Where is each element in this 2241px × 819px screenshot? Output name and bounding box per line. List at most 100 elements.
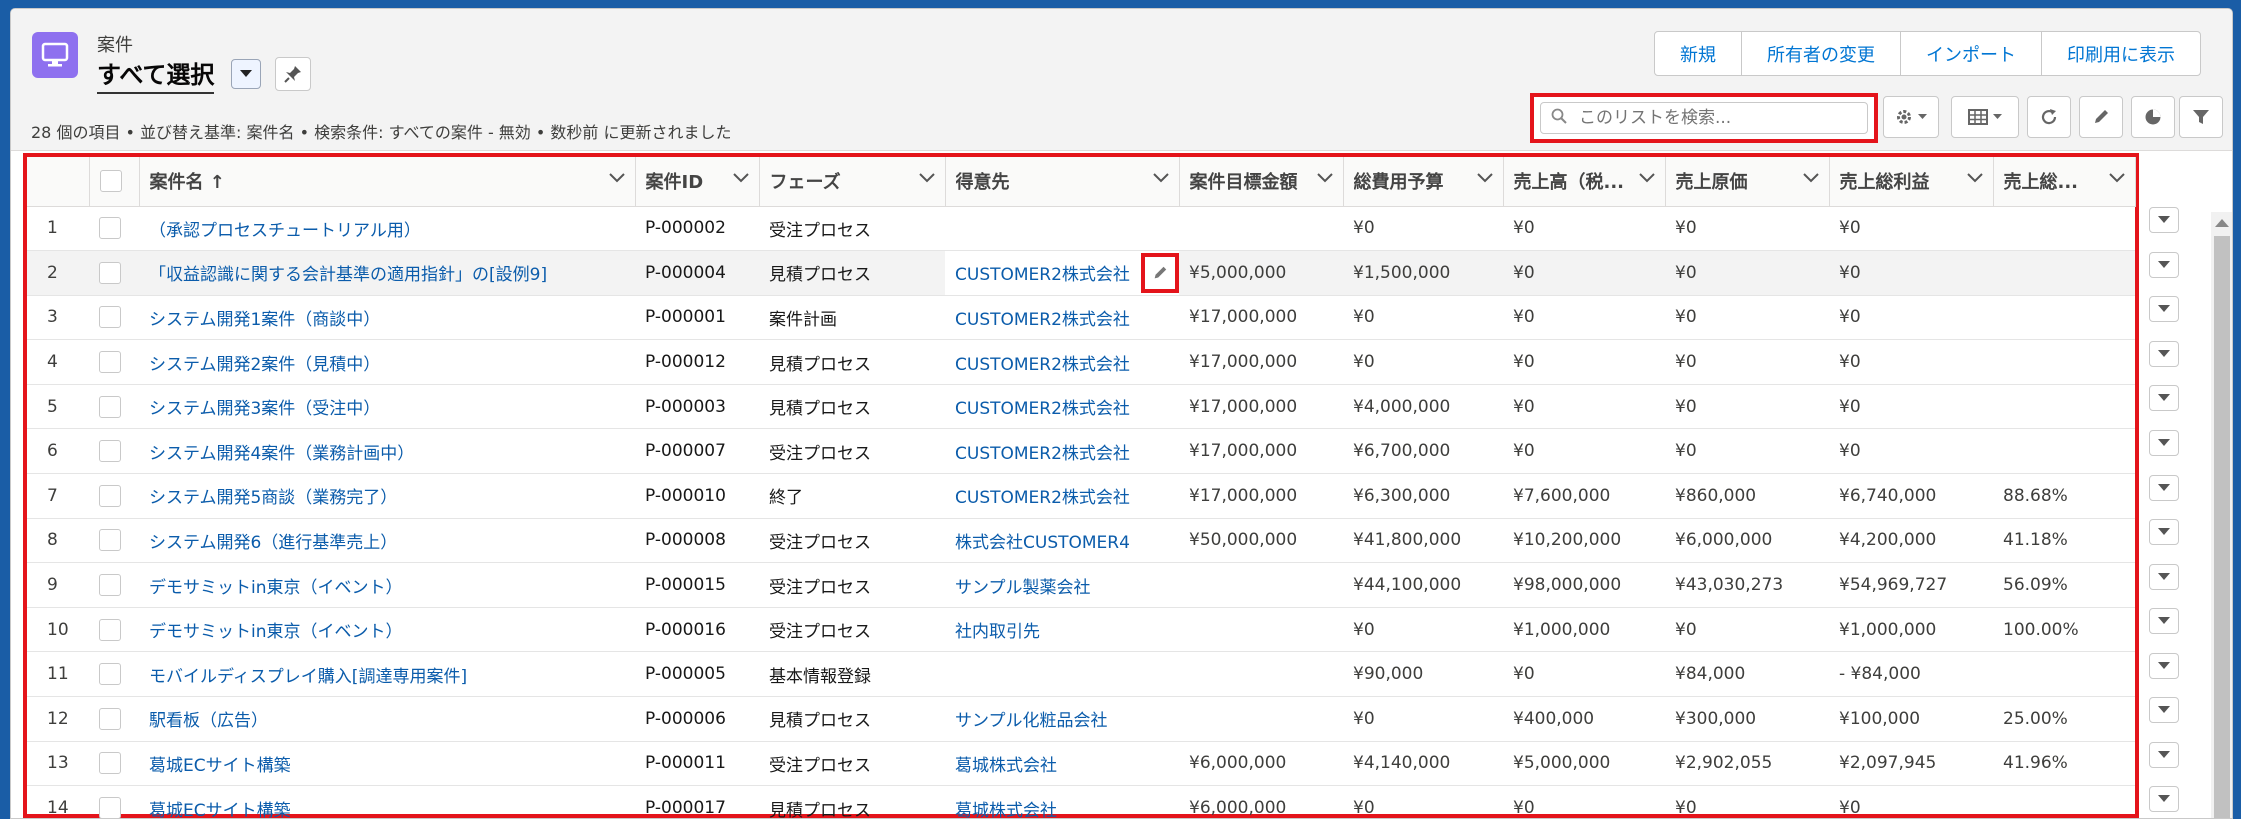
record-link[interactable]: デモサミットin東京（イベント）	[149, 622, 403, 642]
row-checkbox[interactable]	[99, 395, 121, 418]
row-checkbox[interactable]	[99, 306, 121, 329]
row-checkbox[interactable]	[99, 663, 121, 686]
account-link[interactable]: CUSTOMER2株式会社	[955, 265, 1130, 285]
row-action-menu-button[interactable]	[2149, 252, 2179, 278]
chevron-down-icon[interactable]	[1966, 173, 1983, 183]
row-checkbox[interactable]	[99, 351, 121, 374]
cell-gross-profit: ¥0	[1829, 206, 1993, 252]
account-link[interactable]: 葛城株式会社	[955, 756, 1057, 776]
column-header-phase[interactable]: フェーズ	[759, 157, 946, 207]
account-link[interactable]: サンプル化粧品会社	[955, 711, 1108, 731]
row-checkbox[interactable]	[99, 797, 121, 818]
new-button[interactable]: 新規	[1655, 32, 1742, 75]
row-action-menu-button[interactable]	[2149, 296, 2179, 322]
column-header-target-amount[interactable]: 案件目標金額	[1179, 157, 1344, 207]
row-checkbox[interactable]	[99, 618, 121, 641]
chevron-down-icon[interactable]	[1802, 173, 1819, 183]
filter-button[interactable]	[2179, 96, 2223, 138]
account-link[interactable]: サンプル製薬会社	[955, 578, 1091, 598]
chevron-down-icon[interactable]	[918, 173, 935, 183]
account-link[interactable]: CUSTOMER2株式会社	[955, 310, 1130, 330]
column-header-name[interactable]: 案件名 ↑	[139, 157, 636, 207]
search-field[interactable]	[1540, 102, 1868, 134]
row-action-menu-button[interactable]	[2149, 697, 2179, 723]
row-checkbox[interactable]	[99, 217, 121, 240]
column-header-id[interactable]: 案件ID	[635, 157, 760, 207]
charts-button[interactable]	[2131, 96, 2175, 138]
record-link[interactable]: 葛城ECサイト構築	[149, 801, 291, 818]
row-checkbox[interactable]	[99, 261, 121, 284]
account-link[interactable]: CUSTOMER2株式会社	[955, 399, 1130, 419]
record-link[interactable]: システム開発2案件（見積中）	[149, 355, 380, 375]
row-action-menu-button[interactable]	[2149, 207, 2179, 233]
scroll-up-arrow-icon[interactable]	[2215, 218, 2229, 228]
column-header-gross-margin[interactable]: 売上総...	[1993, 157, 2136, 207]
row-action-menu-button[interactable]	[2149, 519, 2179, 545]
record-link[interactable]: 駅看板（広告）	[149, 711, 268, 731]
chevron-down-icon	[2158, 484, 2170, 491]
row-action-menu-button[interactable]	[2149, 385, 2179, 411]
record-link[interactable]: システム開発6（進行基準売上）	[149, 533, 397, 553]
pin-icon[interactable]	[275, 57, 311, 91]
chevron-down-icon[interactable]	[732, 173, 749, 183]
row-action-menu-button[interactable]	[2149, 786, 2179, 812]
refresh-button[interactable]	[2027, 96, 2071, 138]
column-header-account[interactable]: 得意先	[945, 157, 1180, 207]
chevron-down-icon[interactable]	[1152, 173, 1169, 183]
inline-edit-pencil-icon[interactable]	[1141, 253, 1179, 294]
row-checkbox[interactable]	[99, 574, 121, 597]
column-header-sales[interactable]: 売上高（税...	[1503, 157, 1666, 207]
row-checkbox[interactable]	[99, 707, 121, 730]
column-header-budget[interactable]: 総費用予算	[1343, 157, 1504, 207]
select-all-checkbox[interactable]	[99, 170, 122, 193]
account-link[interactable]: 葛城株式会社	[955, 801, 1057, 818]
chevron-down-icon[interactable]	[2108, 173, 2125, 183]
row-action-menu-button[interactable]	[2149, 653, 2179, 679]
cell-phase: 見積プロセス	[759, 696, 945, 742]
record-link[interactable]: システム開発5商談（業務完了）	[149, 488, 397, 508]
row-action-menu-button[interactable]	[2149, 608, 2179, 634]
account-link[interactable]: CUSTOMER2株式会社	[955, 355, 1130, 375]
row-checkbox[interactable]	[99, 484, 121, 507]
account-link[interactable]: 社内取引先	[955, 622, 1040, 642]
scrollbar-thumb[interactable]	[2214, 236, 2230, 818]
chevron-down-icon[interactable]	[1638, 173, 1655, 183]
cell-cost: ¥0	[1665, 785, 1829, 818]
row-action-menu-button[interactable]	[2149, 564, 2179, 590]
search-input[interactable]	[1577, 107, 1847, 129]
chevron-down-icon[interactable]	[1476, 173, 1493, 183]
column-header-gross-profit[interactable]: 売上総利益	[1829, 157, 1994, 207]
record-link[interactable]: 葛城ECサイト構築	[149, 756, 291, 776]
chevron-down-icon[interactable]	[231, 59, 261, 89]
vertical-scrollbar[interactable]	[2211, 212, 2232, 818]
cell-target-amount: ¥17,000,000	[1179, 428, 1343, 475]
printable-view-button[interactable]: 印刷用に表示	[2042, 32, 2200, 75]
record-link[interactable]: モバイルディスプレイ購入[調達専用案件]	[149, 667, 467, 687]
import-button[interactable]: インポート	[1901, 32, 2042, 75]
list-view-name[interactable]: すべて選択	[97, 55, 215, 94]
account-link[interactable]: CUSTOMER2株式会社	[955, 444, 1130, 464]
account-link[interactable]: 株式会社CUSTOMER4	[955, 533, 1130, 553]
chevron-down-icon[interactable]	[608, 173, 625, 183]
inline-edit-button[interactable]	[2079, 96, 2123, 138]
row-checkbox[interactable]	[99, 440, 121, 463]
row-checkbox[interactable]	[99, 529, 121, 552]
row-action-menu-button[interactable]	[2149, 430, 2179, 456]
row-action-menu-button[interactable]	[2149, 742, 2179, 768]
list-settings-button[interactable]	[1883, 96, 1939, 138]
record-link[interactable]: デモサミットin東京（イベント）	[149, 578, 403, 598]
chevron-down-icon[interactable]	[1316, 173, 1333, 183]
record-link[interactable]: システム開発1案件（商談中）	[149, 310, 380, 330]
column-header-cost[interactable]: 売上原価	[1665, 157, 1830, 207]
record-link[interactable]: システム開発4案件（業務計画中）	[149, 444, 414, 464]
change-owner-button[interactable]: 所有者の変更	[1742, 32, 1901, 75]
record-link[interactable]: 「収益認識に関する会計基準の適用指針」の[設例9]	[149, 265, 547, 285]
record-link[interactable]: システム開発3案件（受注中）	[149, 399, 380, 419]
row-checkbox[interactable]	[99, 752, 121, 775]
row-action-menu-button[interactable]	[2149, 475, 2179, 501]
record-link[interactable]: （承認プロセスチュートリアル用）	[149, 221, 421, 241]
table-row: 2 「収益認識に関する会計基準の適用指針」の[設例9] P-000004 見積プ…	[27, 250, 2135, 296]
row-action-menu-button[interactable]	[2149, 341, 2179, 367]
account-link[interactable]: CUSTOMER2株式会社	[955, 488, 1130, 508]
display-as-button[interactable]	[1951, 96, 2019, 138]
